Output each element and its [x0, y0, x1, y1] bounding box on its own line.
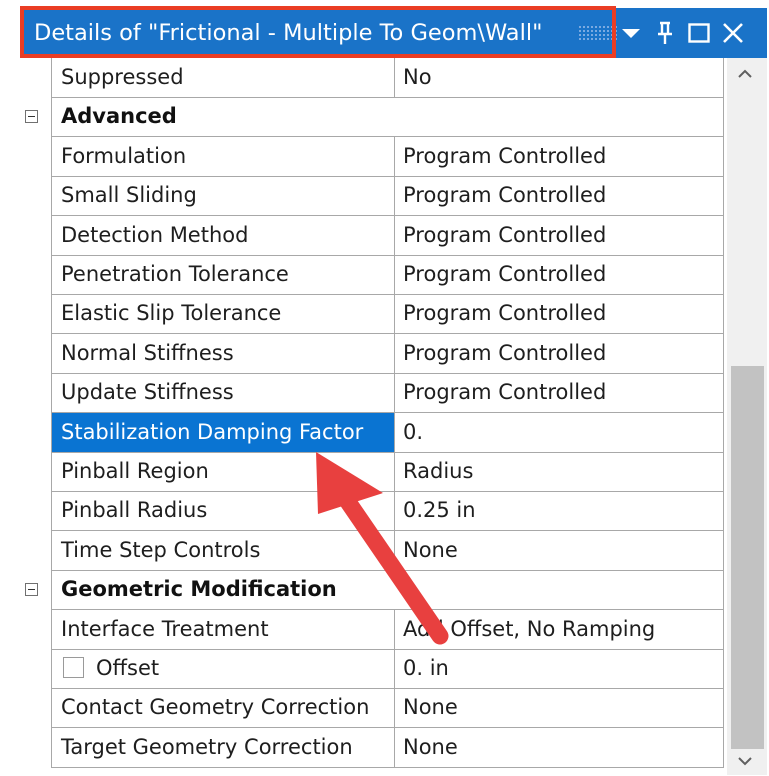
property-name: Update Stiffness: [51, 373, 395, 414]
details-title-bar[interactable]: Details of "Frictional - Multiple To Geo…: [20, 8, 767, 58]
category-row[interactable]: Geometric Modification: [0, 570, 724, 611]
property-value[interactable]: Program Controlled: [395, 136, 724, 177]
scroll-up-icon[interactable]: [735, 64, 755, 84]
property-row[interactable]: Pinball Radius 0.25 in: [0, 491, 724, 532]
property-value[interactable]: Add Offset, No Ramping: [395, 609, 724, 650]
property-name: Penetration Tolerance: [51, 255, 395, 295]
property-row[interactable]: Interface Treatment Add Offset, No Rampi…: [0, 609, 724, 650]
property-row[interactable]: Elastic Slip Tolerance Program Controlle…: [0, 294, 724, 335]
property-name: Pinball Radius: [51, 491, 395, 532]
property-value[interactable]: Program Controlled: [395, 255, 724, 295]
property-name: Stabilization Damping Factor: [51, 412, 395, 453]
property-value[interactable]: Program Controlled: [395, 333, 724, 374]
property-value[interactable]: Radius: [395, 452, 724, 492]
property-value[interactable]: 0. in: [395, 649, 724, 689]
property-name: Small Sliding: [51, 176, 395, 217]
property-row[interactable]: Time Step Controls None: [0, 530, 724, 571]
scrollbar-thumb[interactable]: [731, 366, 764, 749]
category-label: Advanced: [51, 97, 724, 138]
property-name: Normal Stiffness: [51, 333, 395, 374]
property-row[interactable]: Formulation Program Controlled: [0, 136, 724, 177]
properties-grid: Suppressed No Advanced Formulation Progr…: [0, 58, 724, 775]
collapse-icon[interactable]: [25, 110, 38, 124]
property-name: Contact Geometry Correction: [51, 688, 395, 729]
property-name: Interface Treatment: [51, 609, 395, 650]
property-value[interactable]: 0.: [395, 412, 724, 453]
property-value[interactable]: None: [395, 530, 724, 571]
maximize-icon[interactable]: [686, 20, 712, 46]
property-row[interactable]: Update Stiffness Program Controlled: [0, 373, 724, 414]
property-row[interactable]: Small Sliding Program Controlled: [0, 176, 724, 217]
property-value[interactable]: Program Controlled: [395, 373, 724, 414]
pin-icon[interactable]: [652, 20, 678, 46]
property-value[interactable]: No: [395, 58, 724, 98]
property-row[interactable]: Contact Geometry Correction None: [0, 688, 724, 729]
property-name-with-checkbox: Offset: [51, 649, 395, 689]
property-value[interactable]: 0.25 in: [395, 491, 724, 532]
close-icon[interactable]: [720, 20, 746, 46]
property-name: Offset: [96, 656, 160, 680]
property-row[interactable]: Detection Method Program Controlled: [0, 215, 724, 256]
window-title: Details of "Frictional - Multiple To Geo…: [34, 20, 543, 46]
property-row[interactable]: Offset 0. in: [0, 649, 724, 689]
parameter-checkbox[interactable]: [63, 656, 84, 678]
property-name: Formulation: [51, 136, 395, 177]
property-row[interactable]: Target Geometry Correction None: [0, 727, 724, 768]
property-value[interactable]: Program Controlled: [395, 176, 724, 217]
property-value[interactable]: Program Controlled: [395, 215, 724, 256]
collapse-icon[interactable]: [25, 583, 38, 597]
property-name: Target Geometry Correction: [51, 727, 395, 768]
property-row[interactable]: Suppressed No: [0, 58, 724, 98]
dropdown-arrow-icon[interactable]: [618, 20, 644, 46]
property-row[interactable]: Pinball Region Radius: [0, 452, 724, 492]
property-row[interactable]: Penetration Tolerance Program Controlled: [0, 255, 724, 295]
property-value[interactable]: None: [395, 688, 724, 729]
scroll-down-icon[interactable]: [735, 751, 755, 771]
property-value[interactable]: None: [395, 727, 724, 768]
category-label: Geometric Modification: [51, 570, 724, 611]
property-name: Time Step Controls: [51, 530, 395, 571]
property-row[interactable]: Normal Stiffness Program Controlled: [0, 333, 724, 374]
property-name: Suppressed: [51, 58, 395, 98]
category-row[interactable]: Advanced: [0, 97, 724, 138]
property-name: Elastic Slip Tolerance: [51, 294, 395, 335]
property-name: Detection Method: [51, 215, 395, 256]
property-row-selected[interactable]: Stabilization Damping Factor 0.: [0, 412, 724, 453]
property-name: Pinball Region: [51, 452, 395, 492]
property-value[interactable]: Program Controlled: [395, 294, 724, 335]
title-grip-pattern: [578, 25, 618, 41]
